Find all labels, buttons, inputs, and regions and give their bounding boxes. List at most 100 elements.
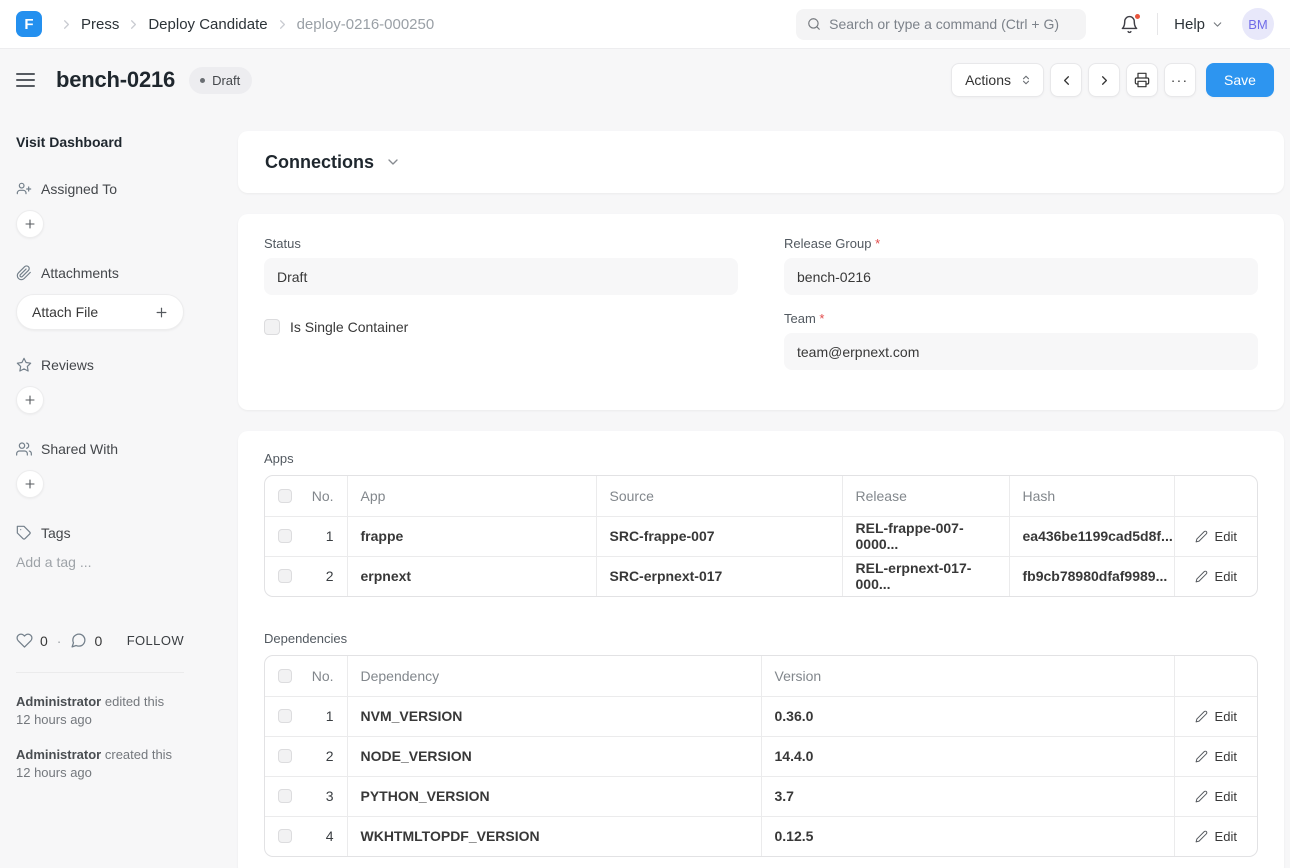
save-button[interactable]: Save bbox=[1206, 63, 1274, 97]
app-cell[interactable]: frappe bbox=[347, 516, 596, 556]
breadcrumb-deploy-candidate[interactable]: Deploy Candidate bbox=[148, 16, 267, 33]
row-checkbox[interactable] bbox=[278, 529, 292, 543]
attachments-section: Attachments Attach File bbox=[16, 265, 184, 330]
add-assignment-button[interactable] bbox=[16, 210, 44, 238]
version-cell[interactable]: 0.36.0 bbox=[761, 696, 1174, 736]
sidebar-divider bbox=[16, 672, 184, 673]
row-checkbox[interactable] bbox=[278, 749, 292, 763]
page-header: bench-0216 Draft Actions ... Save bbox=[0, 49, 1290, 111]
more-options-button[interactable]: ... bbox=[1164, 63, 1196, 97]
user-avatar[interactable]: BM bbox=[1242, 8, 1274, 40]
search-icon bbox=[807, 17, 821, 31]
hash-cell[interactable]: fb9cb78980dfaf9989... bbox=[1009, 556, 1174, 596]
notification-dot bbox=[1134, 13, 1141, 20]
pencil-icon bbox=[1195, 830, 1208, 843]
status-field: Status bbox=[264, 236, 738, 295]
apps-section-label: Apps bbox=[264, 451, 1258, 466]
app-cell[interactable]: erpnext bbox=[347, 556, 596, 596]
row-checkbox[interactable] bbox=[278, 709, 292, 723]
actions-label: Actions bbox=[965, 72, 1011, 88]
help-menu[interactable]: Help bbox=[1174, 16, 1224, 33]
dependency-cell[interactable]: NVM_VERSION bbox=[347, 696, 761, 736]
breadcrumb-current: deploy-0216-000250 bbox=[297, 16, 435, 33]
paperclip-icon bbox=[16, 265, 32, 281]
star-icon bbox=[16, 357, 32, 373]
required-marker: * bbox=[875, 236, 880, 251]
user-plus-icon bbox=[16, 181, 32, 197]
printer-icon bbox=[1134, 72, 1150, 88]
dependencies-table: No. Dependency Version 1 NVM_VERSION bbox=[264, 655, 1258, 857]
status-input[interactable] bbox=[264, 258, 738, 295]
column-dependency: Dependency bbox=[347, 656, 761, 696]
edit-row-button[interactable]: Edit bbox=[1195, 569, 1237, 584]
chevron-right-icon bbox=[126, 17, 141, 32]
attach-file-label: Attach File bbox=[32, 304, 98, 320]
follow-button[interactable]: FOLLOW bbox=[127, 633, 184, 648]
edit-row-button[interactable]: Edit bbox=[1195, 749, 1237, 764]
release-cell[interactable]: REL-frappe-007-0000... bbox=[842, 516, 1009, 556]
add-review-button[interactable] bbox=[16, 386, 44, 414]
reviews-section: Reviews bbox=[16, 357, 184, 414]
dependency-cell[interactable]: WKHTMLTOPDF_VERSION bbox=[347, 816, 761, 856]
assigned-to-label: Assigned To bbox=[41, 181, 117, 197]
row-number: 1 bbox=[326, 528, 334, 544]
previous-record-button[interactable] bbox=[1050, 63, 1082, 97]
release-cell[interactable]: REL-erpnext-017-000... bbox=[842, 556, 1009, 596]
status-badge-label: Draft bbox=[212, 73, 240, 88]
hash-cell[interactable]: ea436be1199cad5d8f... bbox=[1009, 516, 1174, 556]
version-cell[interactable]: 14.4.0 bbox=[761, 736, 1174, 776]
frappe-logo[interactable]: F bbox=[16, 11, 42, 37]
edit-row-button[interactable]: Edit bbox=[1195, 529, 1237, 544]
grids-card: Apps No. App Source Release Hash bbox=[238, 431, 1284, 868]
single-container-field[interactable]: Is Single Container bbox=[264, 319, 738, 335]
dependencies-table-row: 2 NODE_VERSION 14.4.0 Edit bbox=[265, 736, 1257, 776]
add-share-button[interactable] bbox=[16, 470, 44, 498]
form-sidebar: Visit Dashboard Assigned To Attachments … bbox=[0, 111, 230, 868]
breadcrumb-press[interactable]: Press bbox=[81, 16, 119, 33]
activity-action: created this bbox=[105, 747, 172, 762]
nav-divider bbox=[1157, 13, 1158, 35]
source-cell[interactable]: SRC-frappe-007 bbox=[596, 516, 842, 556]
activity-entry: Administrator edited this 12 hours ago bbox=[16, 693, 184, 729]
apps-table: No. App Source Release Hash 1 bbox=[264, 475, 1258, 597]
edit-row-button[interactable]: Edit bbox=[1195, 829, 1237, 844]
dot-separator: · bbox=[57, 633, 62, 649]
heart-icon[interactable] bbox=[16, 632, 33, 649]
next-record-button[interactable] bbox=[1088, 63, 1120, 97]
single-container-checkbox[interactable] bbox=[264, 319, 280, 335]
sidebar-toggle-icon[interactable] bbox=[16, 73, 35, 87]
dependency-cell[interactable]: NODE_VERSION bbox=[347, 736, 761, 776]
pencil-icon bbox=[1195, 710, 1208, 723]
team-input[interactable] bbox=[784, 333, 1258, 370]
attach-file-button[interactable]: Attach File bbox=[16, 294, 184, 330]
global-search[interactable] bbox=[796, 9, 1086, 40]
pencil-icon bbox=[1195, 750, 1208, 763]
version-cell[interactable]: 3.7 bbox=[761, 776, 1174, 816]
print-button[interactable] bbox=[1126, 63, 1158, 97]
search-input[interactable] bbox=[829, 16, 1075, 32]
select-all-checkbox[interactable] bbox=[278, 489, 292, 503]
version-cell[interactable]: 0.12.5 bbox=[761, 816, 1174, 856]
release-group-input[interactable] bbox=[784, 258, 1258, 295]
row-checkbox[interactable] bbox=[278, 569, 292, 583]
column-source: Source bbox=[596, 476, 842, 516]
breadcrumb: Press Deploy Candidate deploy-0216-00025… bbox=[52, 16, 434, 33]
comment-icon[interactable] bbox=[70, 632, 87, 649]
comments-count: 0 bbox=[94, 633, 102, 649]
dependencies-table-row: 1 NVM_VERSION 0.36.0 Edit bbox=[265, 696, 1257, 736]
connections-toggle[interactable]: Connections bbox=[265, 152, 401, 173]
dependency-cell[interactable]: PYTHON_VERSION bbox=[347, 776, 761, 816]
select-all-checkbox[interactable] bbox=[278, 669, 292, 683]
edit-row-button[interactable]: Edit bbox=[1195, 789, 1237, 804]
source-cell[interactable]: SRC-erpnext-017 bbox=[596, 556, 842, 596]
row-number: 2 bbox=[326, 568, 334, 584]
add-tag-input[interactable]: Add a tag ... bbox=[16, 554, 184, 570]
reviews-label: Reviews bbox=[41, 357, 94, 373]
row-checkbox[interactable] bbox=[278, 789, 292, 803]
row-checkbox[interactable] bbox=[278, 829, 292, 843]
notifications-button[interactable] bbox=[1120, 15, 1139, 34]
actions-dropdown[interactable]: Actions bbox=[951, 63, 1044, 97]
required-marker: * bbox=[819, 311, 824, 326]
visit-dashboard-link[interactable]: Visit Dashboard bbox=[16, 134, 184, 150]
edit-row-button[interactable]: Edit bbox=[1195, 709, 1237, 724]
